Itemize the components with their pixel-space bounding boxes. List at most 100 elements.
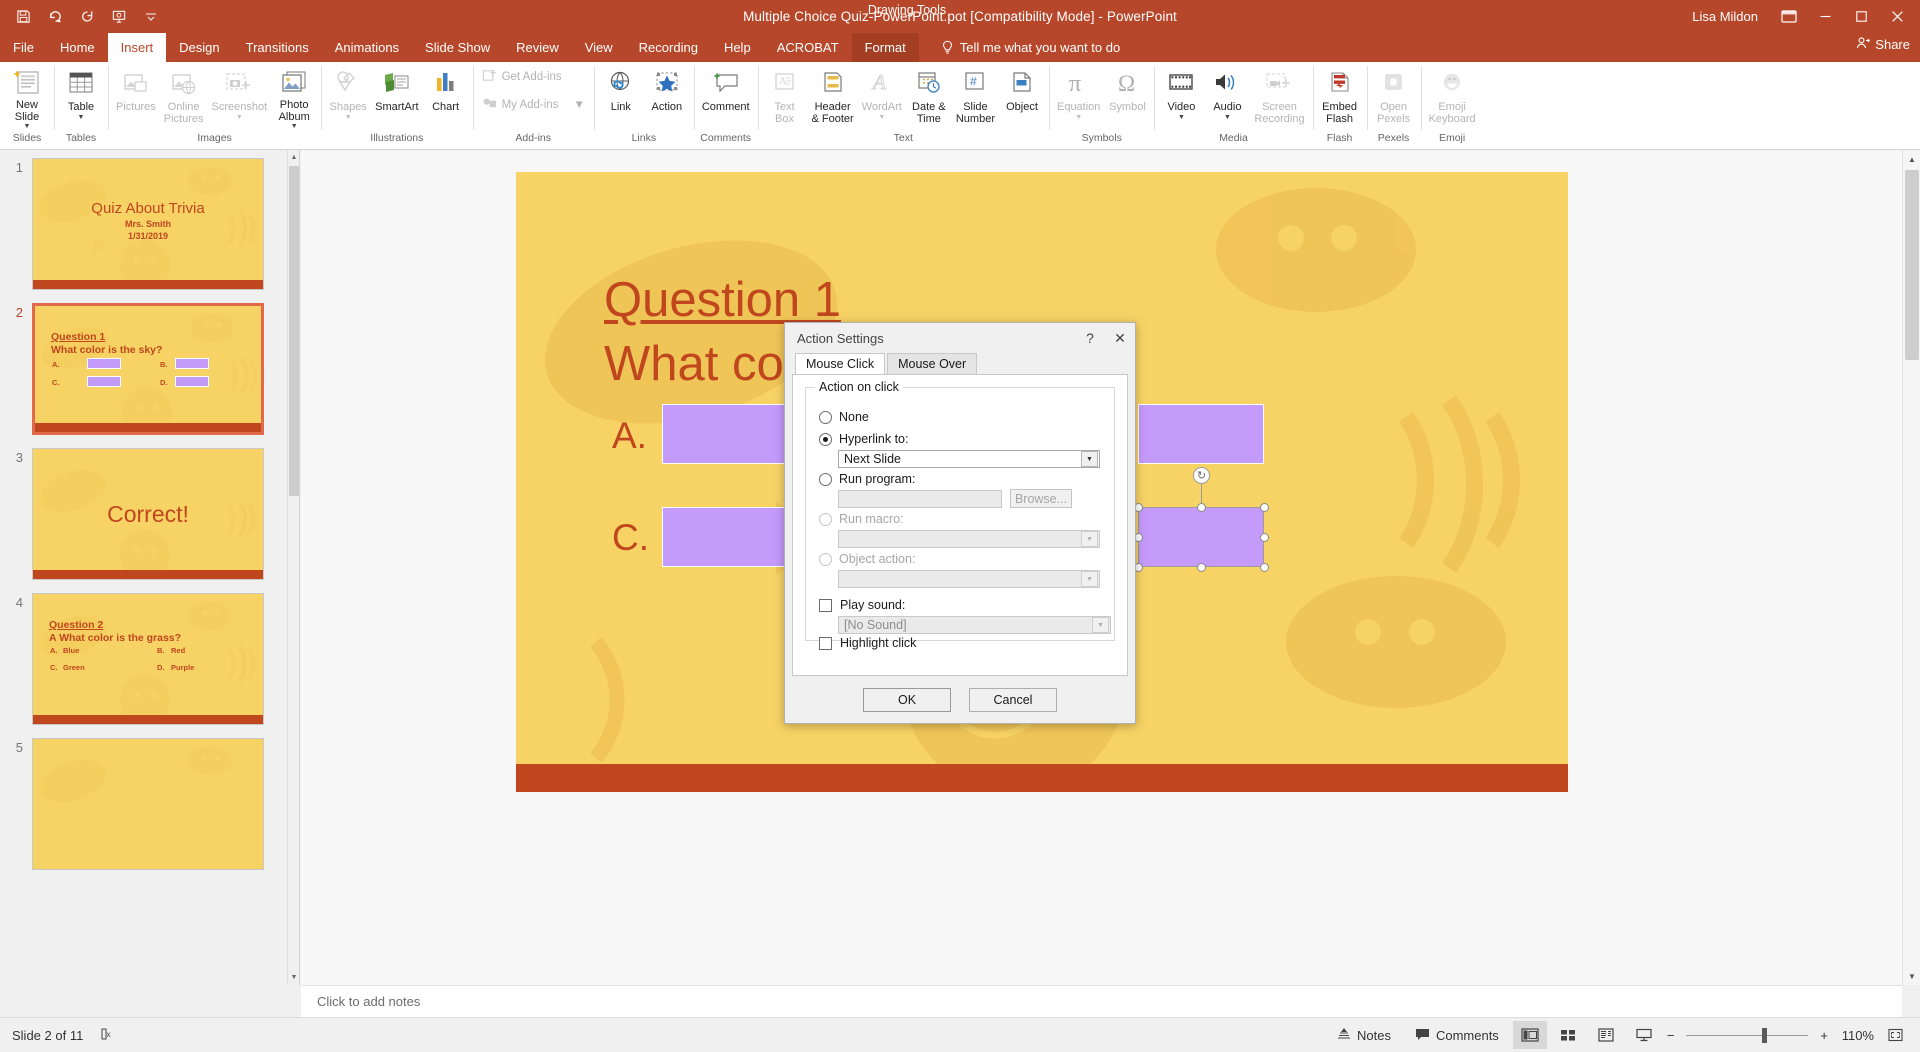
slide-option-box-b[interactable] [1138,404,1264,464]
dialog-help-button[interactable]: ? [1075,323,1105,353]
dialog-tab-mouse-click[interactable]: Mouse Click [795,353,886,374]
embed-flash-button[interactable]: Embed Flash [1317,64,1363,130]
screenshot-button[interactable]: Screenshot ▼ [208,64,272,130]
tab-recording[interactable]: Recording [626,33,711,62]
tab-help[interactable]: Help [711,33,764,62]
reading-view-button[interactable] [1589,1021,1623,1049]
slide-area-scrollbar[interactable]: ▲ ▼ [1902,150,1920,985]
ok-button[interactable]: OK [863,687,951,712]
radio-hyperlink-to[interactable] [819,432,832,446]
share-button[interactable]: Share [1856,36,1910,53]
object-button[interactable]: Object [999,64,1045,130]
thumbnail-slide-2[interactable]: Question 1 What color is the sky? A. B. … [32,303,264,435]
save-icon[interactable] [8,4,38,30]
notes-pane[interactable]: Click to add notes [301,985,1902,1017]
ribbon-display-options-icon[interactable] [1772,0,1806,33]
chevron-down-icon[interactable]: ▼ [1224,114,1231,121]
dialog-close-button[interactable]: ✕ [1105,323,1135,353]
link-button[interactable]: Link [598,64,644,130]
zoom-slider-knob[interactable] [1762,1027,1768,1043]
slide-sorter-view-button[interactable] [1551,1021,1585,1049]
comments-button[interactable]: Comments [1405,1021,1509,1049]
thumbnail-item[interactable]: 2 Question 1 What color is the sky? A. B… [0,303,287,435]
equation-button[interactable]: π Equation ▼ [1053,64,1104,130]
thumbnail-slide-1[interactable]: Quiz About Trivia Mrs. Smith 1/31/2019 [32,158,264,290]
tab-slide-show[interactable]: Slide Show [412,33,503,62]
scroll-down-arrow-icon[interactable]: ▼ [288,970,299,985]
dialog-tab-mouse-over[interactable]: Mouse Over [887,353,978,374]
zoom-level-label[interactable]: 110% [1834,1028,1874,1043]
audio-button[interactable]: Audio ▼ [1204,64,1250,130]
tab-view[interactable]: View [572,33,626,62]
rotate-handle-icon[interactable]: ↻ [1193,467,1210,484]
chevron-down-icon[interactable]: ▼ [291,123,298,130]
my-addins-button[interactable]: My Add-ins ▼ [477,94,590,116]
radio-none[interactable] [819,410,832,424]
tab-file[interactable]: File [0,33,47,62]
radio-none-row[interactable]: None [819,410,869,424]
highlight-click-checkbox[interactable] [819,636,832,650]
resize-handle-bottom-center[interactable] [1197,563,1206,572]
resize-handle-top-center[interactable] [1197,503,1206,512]
chevron-down-icon[interactable]: ▼ [345,114,352,121]
cancel-button[interactable]: Cancel [969,687,1057,712]
thumbnail-slide-5[interactable] [32,738,264,870]
slide-option-box-d[interactable] [1138,507,1264,567]
pictures-button[interactable]: Pictures [112,64,160,130]
shapes-button[interactable]: Shapes ▼ [325,64,371,130]
chevron-down-icon[interactable]: ▼ [236,114,243,121]
radio-object-action-row[interactable]: Object action: [819,552,915,566]
thumbnail-slide-4[interactable]: Question 2 A What color is the grass? A.… [32,593,264,725]
thumbnail-item[interactable]: 5 [0,738,287,870]
thumbnail-slide-3[interactable]: Correct! [32,448,264,580]
smartart-button[interactable]: SmartArt [371,64,422,130]
tell-me-search[interactable]: Tell me what you want to do [919,33,1120,62]
tab-animations[interactable]: Animations [322,33,412,62]
resize-handle-middle-right[interactable] [1260,533,1269,542]
accessibility-checker-icon[interactable]: x [99,1027,113,1044]
slide-show-view-button[interactable] [1627,1021,1661,1049]
restore-button[interactable] [1844,0,1878,33]
get-addins-button[interactable]: Get Add-ins [477,66,567,88]
tab-review[interactable]: Review [503,33,572,62]
wordart-button[interactable]: A WordArt ▼ [858,64,906,130]
tab-transitions[interactable]: Transitions [233,33,322,62]
radio-run-program-row[interactable]: Run program: [819,472,915,486]
header-footer-button[interactable]: Header & Footer [808,64,858,130]
play-sound-checkbox[interactable] [819,598,832,612]
tab-design[interactable]: Design [166,33,232,62]
user-account-name[interactable]: Lisa Mildon [1692,9,1758,24]
chevron-down-icon[interactable]: ▼ [1075,114,1082,121]
browse-button[interactable]: Browse... [1010,489,1072,508]
text-box-button[interactable]: A Text Box [762,64,808,130]
thumbnail-item[interactable]: 3 Correct! [0,448,287,580]
tab-acrobat[interactable]: ACROBAT [764,33,852,62]
start-presentation-icon[interactable] [104,4,134,30]
date-time-button[interactable]: Date & Time [906,64,952,130]
normal-view-button[interactable] [1512,1021,1547,1049]
emoji-keyboard-button[interactable]: Emoji Keyboard [1425,64,1480,130]
radio-run-program[interactable] [819,472,832,486]
zoom-slider[interactable] [1680,1021,1814,1049]
chevron-down-icon[interactable]: ▼ [1081,451,1098,467]
action-button[interactable]: Action [644,64,690,130]
chevron-down-icon[interactable]: ▼ [573,99,584,111]
tab-format[interactable]: Format [851,33,919,62]
tab-home[interactable]: Home [47,33,108,62]
scrollbar-thumb[interactable] [289,166,299,496]
hyperlink-target-combobox[interactable]: Next Slide ▼ [838,450,1100,468]
slide-counter[interactable]: Slide 2 of 11 [12,1028,83,1043]
thumbnail-item[interactable]: 4 Question 2 A What color is the grass? … [0,593,287,725]
scroll-down-arrow-icon[interactable]: ▼ [1903,967,1920,985]
scrollbar-thumb[interactable] [1905,170,1919,360]
resize-handle-top-right[interactable] [1260,503,1269,512]
chevron-down-icon[interactable]: ▼ [1178,114,1185,121]
online-pictures-button[interactable]: Online Pictures [160,64,208,130]
radio-run-macro-row[interactable]: Run macro: [819,512,904,526]
close-button[interactable] [1880,0,1914,33]
slide-question-label[interactable]: Question 1 [604,272,841,328]
chevron-down-icon[interactable]: ▼ [878,114,885,121]
video-button[interactable]: Video ▼ [1158,64,1204,130]
tab-insert[interactable]: Insert [107,33,167,62]
highlight-click-row[interactable]: Highlight click [819,636,916,650]
